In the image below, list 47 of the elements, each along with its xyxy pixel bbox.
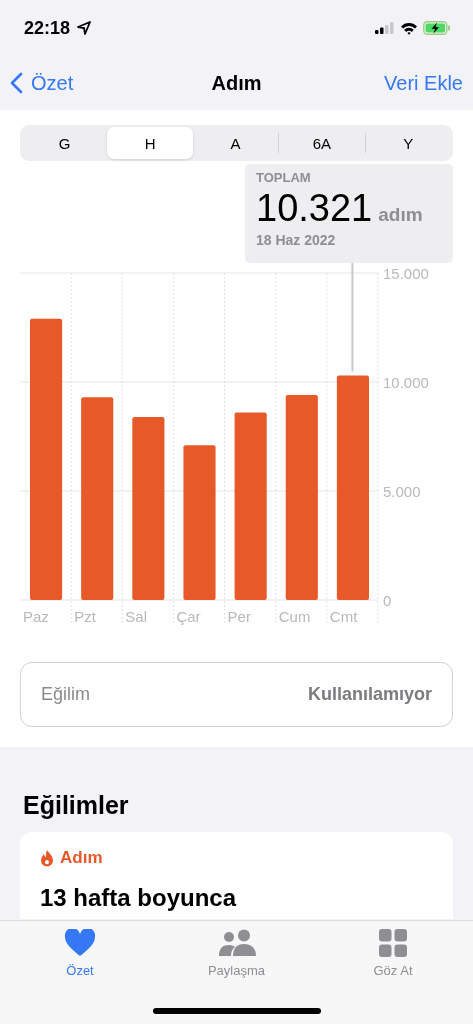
day-label: Çar <box>176 608 201 625</box>
axis-label: 0 <box>383 592 392 609</box>
location-arrow-icon <box>77 21 92 35</box>
grid-icon <box>379 929 407 957</box>
total-label: TOPLAM <box>256 170 312 185</box>
flame-icon <box>40 849 54 867</box>
day-label: Per <box>227 608 251 625</box>
segment-tab[interactable]: Y <box>364 133 452 153</box>
section-title: Eğilimler <box>23 791 130 820</box>
chevron-left-icon <box>10 72 23 94</box>
step-bar[interactable] <box>285 395 318 600</box>
segment-tab[interactable]: G <box>22 127 108 159</box>
people-icon <box>216 929 257 957</box>
segment-tab[interactable]: H <box>107 127 193 159</box>
trend-value: Kullanılamıyor <box>307 684 432 705</box>
axis-label: 10.000 <box>383 374 429 391</box>
segment-tab[interactable]: 6A <box>278 133 365 153</box>
card-headline: 13 hafta boyunca <box>40 884 238 912</box>
battery-charging-icon <box>423 21 451 35</box>
day-label: Paz <box>23 608 49 625</box>
back-button[interactable]: Özet <box>10 71 74 95</box>
unit-label: adım <box>378 204 423 226</box>
signal-icon <box>375 22 395 34</box>
trend-label: Eğilim <box>41 684 90 705</box>
step-bar[interactable] <box>30 318 63 600</box>
step-bar[interactable] <box>336 375 369 600</box>
axis-label: 15.000 <box>383 265 429 282</box>
day-label: Pzt <box>74 608 96 625</box>
category-label: Adım <box>60 848 103 868</box>
segment-tab[interactable]: A <box>192 127 279 159</box>
day-label: Sal <box>125 608 147 625</box>
day-label: Cmt <box>329 608 358 625</box>
status-time: 22:18 <box>24 17 71 39</box>
add-data-button[interactable]: Veri Ekle <box>384 71 463 95</box>
day-label: Cum <box>278 608 311 625</box>
step-bar[interactable] <box>234 412 267 600</box>
trend-card[interactable]: Adım 13 hafta boyunca <box>20 832 453 919</box>
step-bar[interactable] <box>81 397 114 600</box>
page-title: Adım <box>211 71 262 95</box>
date-label: 18 Haz 2022 <box>256 232 337 248</box>
tab-item[interactable]: Özet <box>20 929 140 987</box>
wifi-icon <box>400 21 418 35</box>
step-bar[interactable] <box>132 416 165 600</box>
heart-icon <box>64 929 96 957</box>
step-bar[interactable] <box>183 445 216 600</box>
total-value: 10.321 <box>256 187 373 230</box>
axis-label: 5.000 <box>383 483 421 500</box>
